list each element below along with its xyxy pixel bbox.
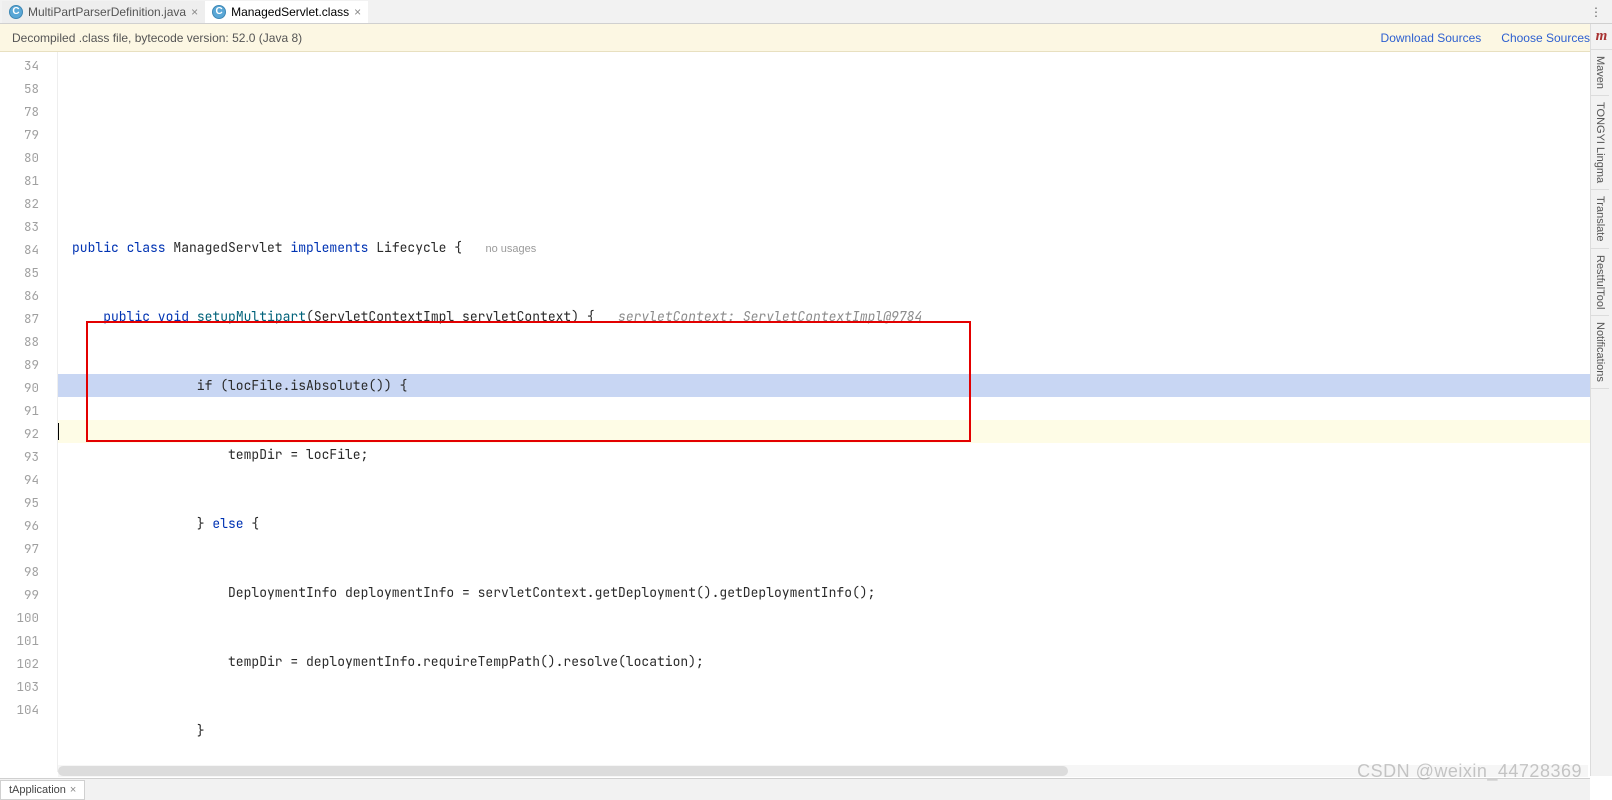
line-number: 103 [0,675,57,698]
maven-icon[interactable]: m [1591,24,1612,50]
code-area[interactable]: public class ManagedServlet implements L… [58,52,1612,772]
line-number: 79 [0,123,57,146]
watermark: CSDN @weixin_44728369 [1357,761,1582,782]
close-icon[interactable]: × [191,5,198,19]
line-number: 100 [0,606,57,629]
class-icon: C [9,5,23,19]
tool-tab-tongyi[interactable]: TONGYI Lingma [1591,96,1609,190]
bottom-tab-tapplication[interactable]: tApplication × [0,780,85,800]
line-number: 90 [0,376,57,399]
code-text: DeploymentInfo deploymentInfo = servletC… [72,584,875,601]
editor-tabs: C MultiPartParserDefinition.java × C Man… [0,0,1612,24]
usages-hint: no usages [485,243,536,255]
line-number: 98 [0,560,57,583]
tab-label: MultiPartParserDefinition.java [28,5,186,19]
line-number: 91 [0,399,57,422]
line-number: 83 [0,215,57,238]
tool-tab-maven[interactable]: Maven [1591,50,1609,96]
line-number: 95 [0,491,57,514]
line-number: 101 [0,629,57,652]
line-number: 94 [0,468,57,491]
line-number: 78 [0,100,57,123]
line-number: 86 [0,284,57,307]
gutter: 34 58 78 79 80 81 82 83 84 85 86 87 88 8… [0,52,58,772]
code-text: public class [72,239,173,256]
code-text: setupMultipart [197,308,306,325]
class-icon: C [212,5,226,19]
banner-text: Decompiled .class file, bytecode version… [12,31,302,45]
line-number: 88 [0,330,57,353]
line-number: 99 [0,583,57,606]
tab-multipartparserdefinition[interactable]: C MultiPartParserDefinition.java × [2,1,205,23]
line-number: 84 [0,238,57,261]
line-number: 58 [0,77,57,100]
code-text: tempDir = deploymentInfo.requireTempPath… [72,653,704,670]
code-text: Lifecycle { [376,239,462,256]
code-text: (ServletContextImpl servletContext) { [306,308,595,325]
code-text: ManagedServlet [173,239,290,256]
line-number: 96 [0,514,57,537]
caret [58,423,59,440]
tabs-more-button[interactable]: ⋮ [1580,5,1612,19]
line-number: 85 [0,261,57,284]
close-icon[interactable]: × [354,5,361,19]
close-icon[interactable]: × [70,780,76,800]
line-number: 102 [0,652,57,675]
tab-managedservlet[interactable]: C ManagedServlet.class × [205,1,368,23]
bottom-tabs: tApplication × [0,778,1590,800]
line-number: 92 [0,422,57,445]
code-text: implements [290,239,376,256]
line-number: 104 [0,698,57,721]
line-number: 81 [0,169,57,192]
code-text: tempDir = locFile; [72,446,368,463]
code-text: } [72,722,205,739]
line-number: 97 [0,537,57,560]
code-text: else [212,515,243,532]
line-number: 82 [0,192,57,215]
choose-sources-link[interactable]: Choose Sources... [1501,31,1600,45]
code-text: public void [72,308,197,325]
download-sources-link[interactable]: Download Sources [1381,31,1482,45]
code-text: } [72,515,212,532]
inlay-hint: servletContext: ServletContextImpl@9784 [618,308,922,325]
code-text: if (locFile.isAbsolute()) { [72,377,407,394]
tab-label: ManagedServlet.class [231,5,349,19]
line-number: 34 [0,54,57,77]
editor: 34 58 78 79 80 81 82 83 84 85 86 87 88 8… [0,52,1612,772]
line-number: 87 [0,307,57,330]
line-number: 93 [0,445,57,468]
line-number: 89 [0,353,57,376]
line-number: 80 [0,146,57,169]
decompile-banner: Decompiled .class file, bytecode version… [0,24,1612,52]
bottom-tab-label: tApplication [9,780,66,800]
code-text: { [244,515,260,532]
